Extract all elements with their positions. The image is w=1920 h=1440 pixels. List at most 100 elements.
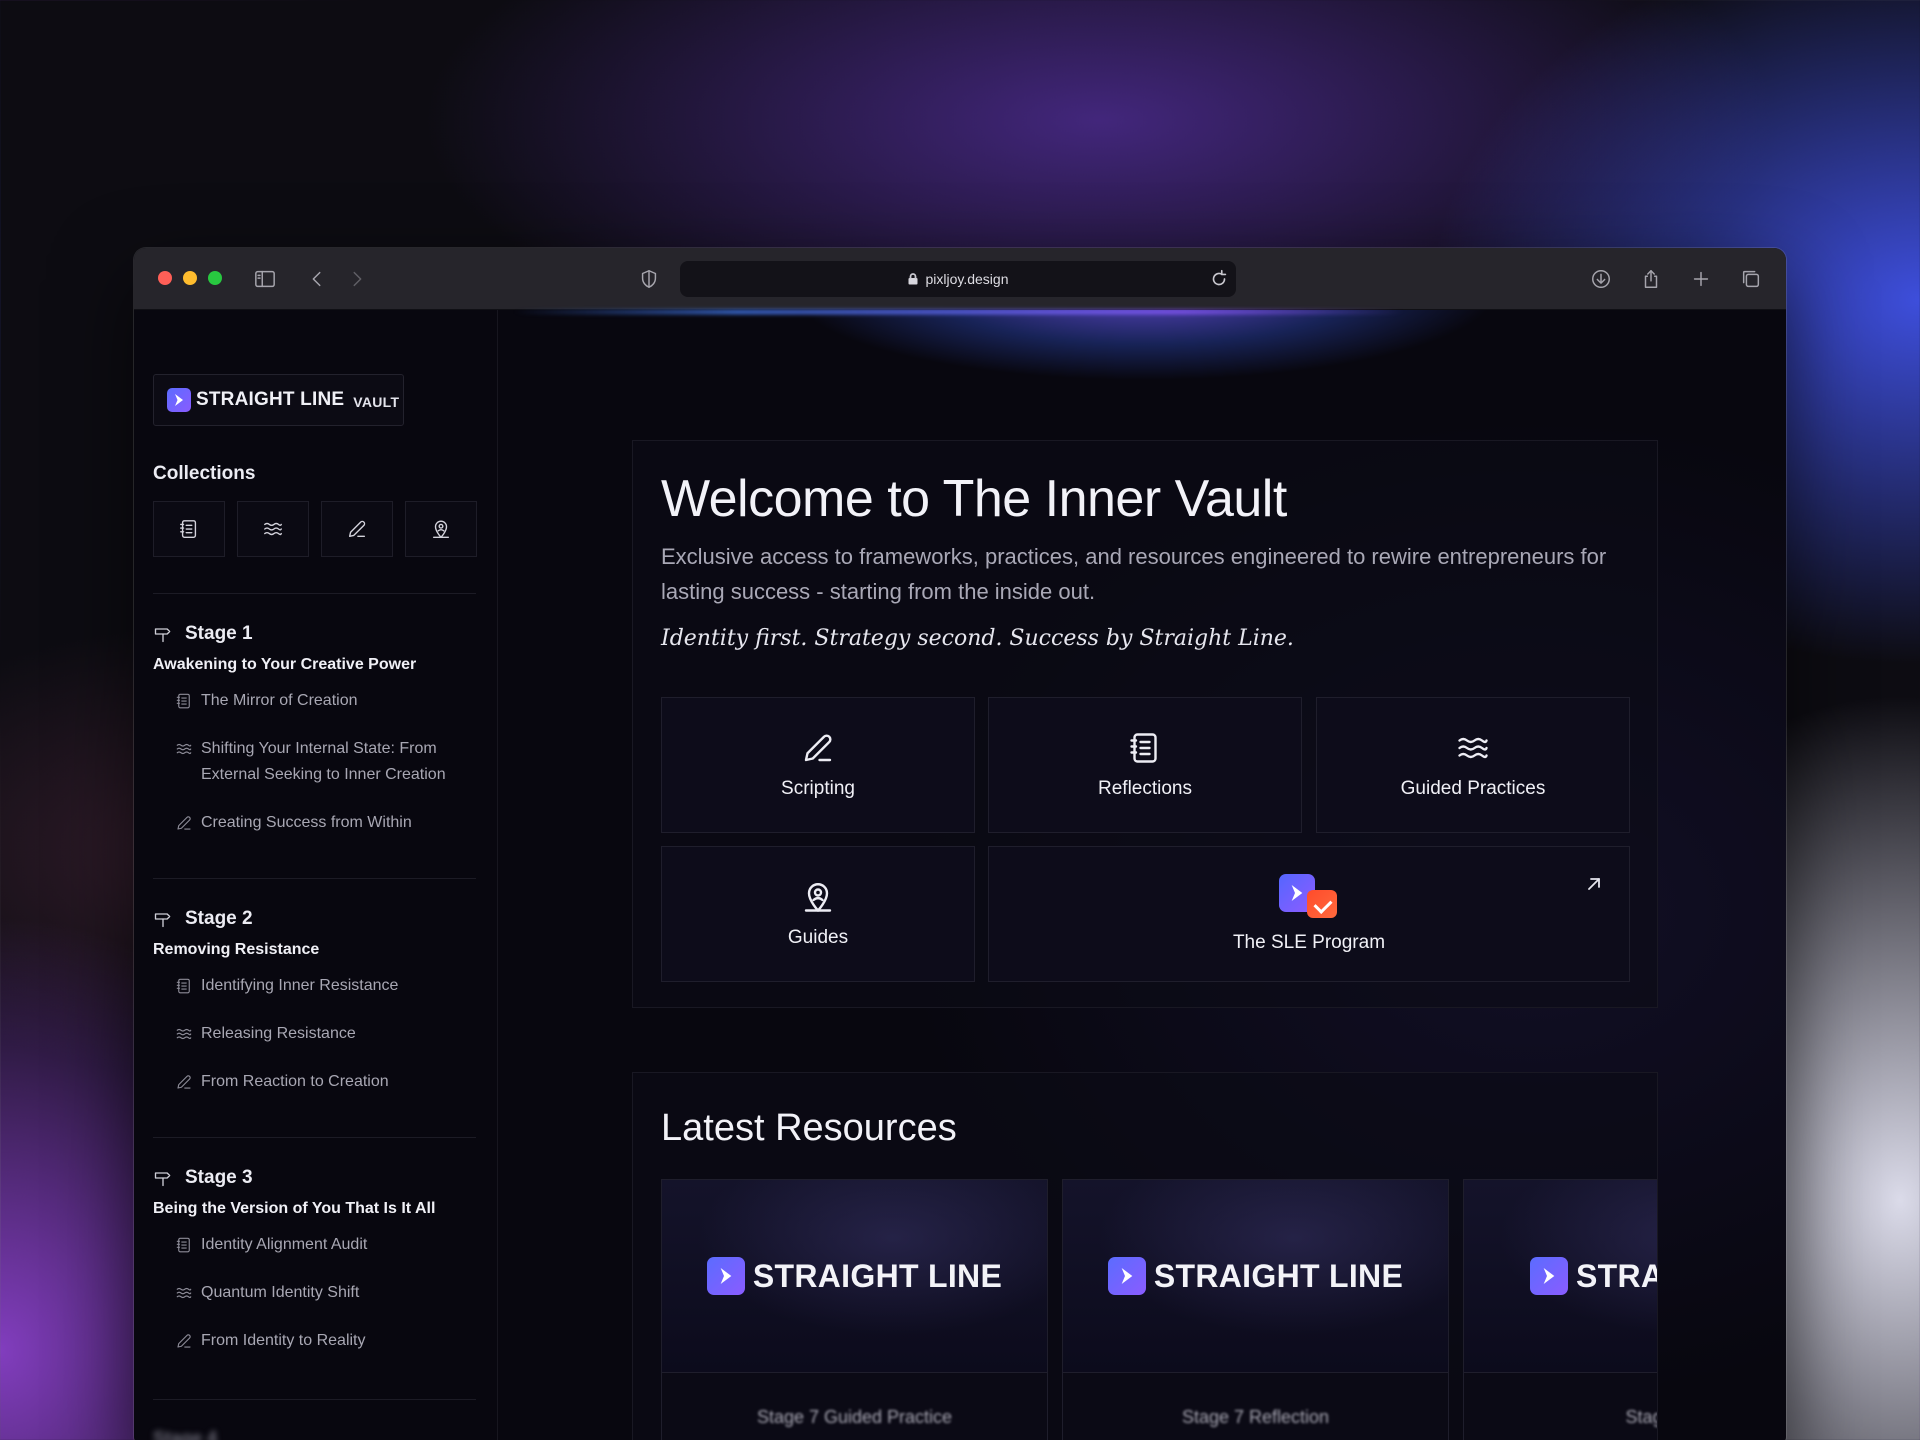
resource-brand: STRAIGHT LINE bbox=[706, 1257, 1003, 1295]
privacy-shield-icon[interactable] bbox=[632, 262, 666, 296]
new-tab-icon[interactable] bbox=[1684, 262, 1718, 296]
collection-guided-practices-button[interactable] bbox=[237, 501, 309, 557]
divider bbox=[153, 1399, 476, 1400]
downloads-icon[interactable] bbox=[1584, 262, 1618, 296]
browser-toolbar: pixljoy.design bbox=[134, 248, 1786, 310]
sidebar-item-shifting-internal-state[interactable]: Shifting Your Internal State: From Exter… bbox=[153, 736, 483, 788]
stage-4-header[interactable]: Stage 4 bbox=[153, 1428, 217, 1440]
logo-subtext: VAULT bbox=[353, 393, 400, 410]
resource-caption: Stage 7 Reflection bbox=[1181, 1407, 1330, 1427]
collection-scripting-button[interactable] bbox=[321, 501, 393, 557]
straight-line-logo-icon bbox=[706, 1257, 745, 1295]
sidebar-toggle-icon[interactable] bbox=[248, 262, 282, 296]
sidebar-item-label: Quantum Identity Shift bbox=[201, 1284, 360, 1301]
resource-brand-text: STRAIGHT LINE bbox=[1153, 1257, 1404, 1294]
stage-3-header[interactable]: Stage 3 bbox=[153, 1165, 483, 1191]
tile-label: Scripting bbox=[781, 778, 855, 799]
lock-icon bbox=[908, 273, 918, 285]
reload-icon[interactable] bbox=[1208, 268, 1230, 290]
url-text: pixljoy.design bbox=[925, 271, 1009, 287]
address-bar[interactable]: pixljoy.design bbox=[680, 261, 1236, 297]
resource-brand-text: STRAIGHT LINE bbox=[1576, 1257, 1658, 1294]
brand-logo[interactable]: STRAIGHT LINE VAULT bbox=[153, 374, 404, 426]
guides-icon bbox=[804, 883, 832, 912]
resource-brand: STRAIGHT LINE bbox=[1107, 1257, 1404, 1295]
stage-title: Stage 2 bbox=[185, 908, 253, 929]
zoom-window-button[interactable] bbox=[208, 271, 222, 285]
reflections-tile[interactable]: Reflections bbox=[988, 697, 1302, 833]
resource-card[interactable]: STRAIGHT LINE Stage 7 Reflection bbox=[1062, 1179, 1449, 1440]
stage-2: Stage 2 Removing Resistance Identifying … bbox=[153, 906, 483, 1117]
straight-line-logo-icon bbox=[1530, 1257, 1568, 1295]
resource-card[interactable]: STRAIGHT LINE Stage 7 bbox=[1463, 1179, 1658, 1440]
sidebar-item-releasing-resistance[interactable]: Releasing Resistance bbox=[153, 1021, 483, 1047]
scripting-tile[interactable]: Scripting bbox=[661, 697, 975, 833]
guided-practices-icon bbox=[264, 522, 282, 536]
sidebar-item-label: Identifying Inner Resistance bbox=[201, 977, 399, 994]
reflections-icon bbox=[1130, 733, 1157, 763]
sidebar-item-label: Creating Success from Within bbox=[201, 814, 412, 831]
guided-practices-tile[interactable]: Guided Practices bbox=[1316, 697, 1630, 833]
stage-1-header[interactable]: Stage 1 bbox=[153, 621, 483, 647]
back-icon[interactable] bbox=[300, 262, 334, 296]
welcome-panel: Welcome to The Inner Vault Exclusive acc… bbox=[632, 440, 1658, 1008]
tile-label: The SLE Program bbox=[1232, 932, 1386, 953]
collection-guides-button[interactable] bbox=[405, 501, 477, 557]
resource-brand-text: STRAIGHT LINE bbox=[752, 1257, 1003, 1294]
sidebar-item-identity-to-reality[interactable]: From Identity to Reality bbox=[153, 1328, 483, 1354]
minimize-window-button[interactable] bbox=[183, 271, 197, 285]
resource-caption: Stage 7 Guided Practice bbox=[756, 1407, 953, 1427]
resource-brand: STRAIGHT LINE bbox=[1530, 1257, 1658, 1295]
divider bbox=[153, 593, 476, 594]
section-title: Latest Resources bbox=[661, 1107, 957, 1149]
stage-3: Stage 3 Being the Version of You That Is… bbox=[153, 1165, 483, 1376]
reflections-icon bbox=[180, 520, 197, 538]
sidebar-item-label: Shifting Your Internal State: From Exter… bbox=[201, 740, 446, 783]
reflections-icon bbox=[176, 978, 190, 994]
scripting-icon bbox=[177, 816, 191, 830]
browser-window: pixljoy.design STRAIGHT LINE VAULT Colle… bbox=[134, 248, 1786, 1440]
logo-text: STRAIGHT LINE bbox=[196, 389, 345, 410]
reflections-icon bbox=[176, 1237, 190, 1253]
collections-title: Collections bbox=[153, 463, 256, 484]
close-window-button[interactable] bbox=[158, 271, 172, 285]
divider bbox=[153, 878, 476, 879]
signpost-icon bbox=[154, 628, 171, 643]
resource-card[interactable]: STRAIGHT LINE Stage 7 Guided Practice bbox=[661, 1179, 1048, 1440]
stage-title: Stage 1 bbox=[185, 623, 253, 644]
guides-tile[interactable]: Guides bbox=[661, 846, 975, 982]
sidebar-item-identifying-resistance[interactable]: Identifying Inner Resistance bbox=[153, 973, 483, 999]
tab-overview-icon[interactable] bbox=[1734, 262, 1768, 296]
sle-program-logo-icon bbox=[1279, 874, 1339, 918]
sidebar-item-identity-alignment-audit[interactable]: Identity Alignment Audit bbox=[153, 1232, 483, 1258]
scripting-icon bbox=[177, 1334, 191, 1348]
collection-reflections-button[interactable] bbox=[153, 501, 225, 557]
share-icon[interactable] bbox=[1634, 262, 1668, 296]
divider bbox=[153, 1137, 476, 1138]
stage-2-header[interactable]: Stage 2 bbox=[153, 906, 483, 932]
resource-thumbnail: STRAIGHT LINE bbox=[1464, 1180, 1658, 1373]
sidebar-item-quantum-identity-shift[interactable]: Quantum Identity Shift bbox=[153, 1280, 483, 1306]
forward-icon[interactable] bbox=[340, 262, 374, 296]
sidebar: STRAIGHT LINE VAULT Collections Stage 1 … bbox=[134, 310, 498, 1440]
reflections-icon bbox=[176, 693, 190, 709]
tile-label: Reflections bbox=[1098, 778, 1192, 799]
stage-1: Stage 1 Awakening to Your Creative Power… bbox=[153, 621, 483, 858]
sidebar-item-reaction-to-creation[interactable]: From Reaction to Creation bbox=[153, 1069, 483, 1095]
scripting-icon bbox=[804, 734, 832, 762]
sidebar-item-mirror-of-creation[interactable]: The Mirror of Creation bbox=[153, 688, 483, 714]
resource-thumbnail: STRAIGHT LINE bbox=[662, 1180, 1047, 1373]
stage-title: Stage 3 bbox=[185, 1167, 253, 1188]
guided-practices-icon bbox=[1458, 737, 1488, 759]
sidebar-item-creating-success[interactable]: Creating Success from Within bbox=[153, 810, 483, 836]
external-link-icon bbox=[1585, 875, 1603, 893]
page-content: STRAIGHT LINE VAULT Collections Stage 1 … bbox=[134, 310, 1786, 1440]
sidebar-item-label: From Identity to Reality bbox=[201, 1332, 366, 1349]
top-glow bbox=[514, 310, 1404, 314]
stage-subtitle: Removing Resistance bbox=[153, 941, 320, 958]
sle-program-tile[interactable]: The SLE Program bbox=[988, 846, 1630, 982]
collections-row bbox=[153, 501, 477, 557]
straight-line-logo-icon bbox=[1107, 1257, 1146, 1295]
welcome-description: Exclusive access to frameworks, practice… bbox=[661, 544, 1607, 604]
sidebar-item-label: Releasing Resistance bbox=[201, 1025, 356, 1042]
